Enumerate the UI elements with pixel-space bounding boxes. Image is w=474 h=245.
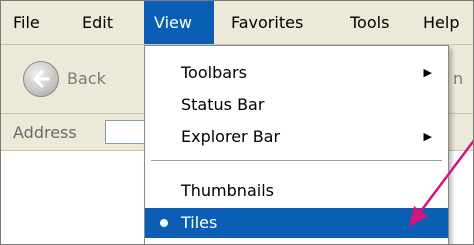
annotation-arrow-icon	[409, 139, 473, 227]
window: File Edit View Favorites Tools Help Back…	[0, 0, 474, 245]
